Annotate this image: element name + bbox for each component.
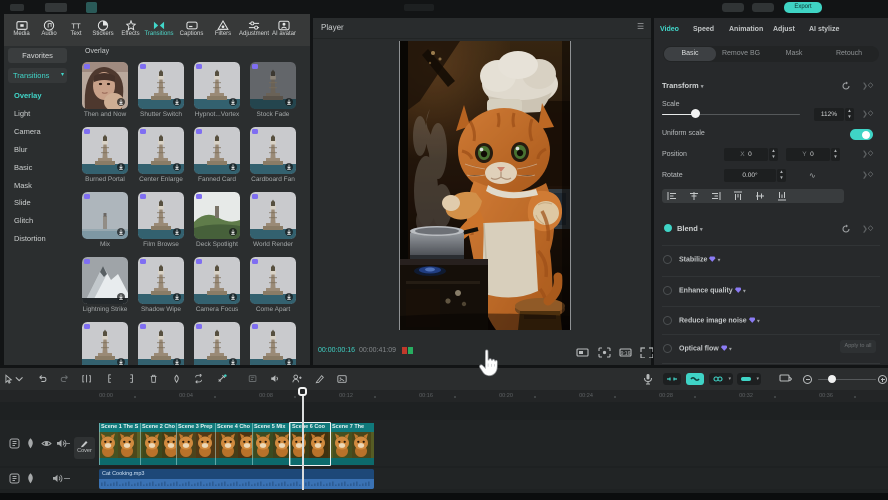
svg-text:9:16: 9:16: [621, 351, 631, 357]
